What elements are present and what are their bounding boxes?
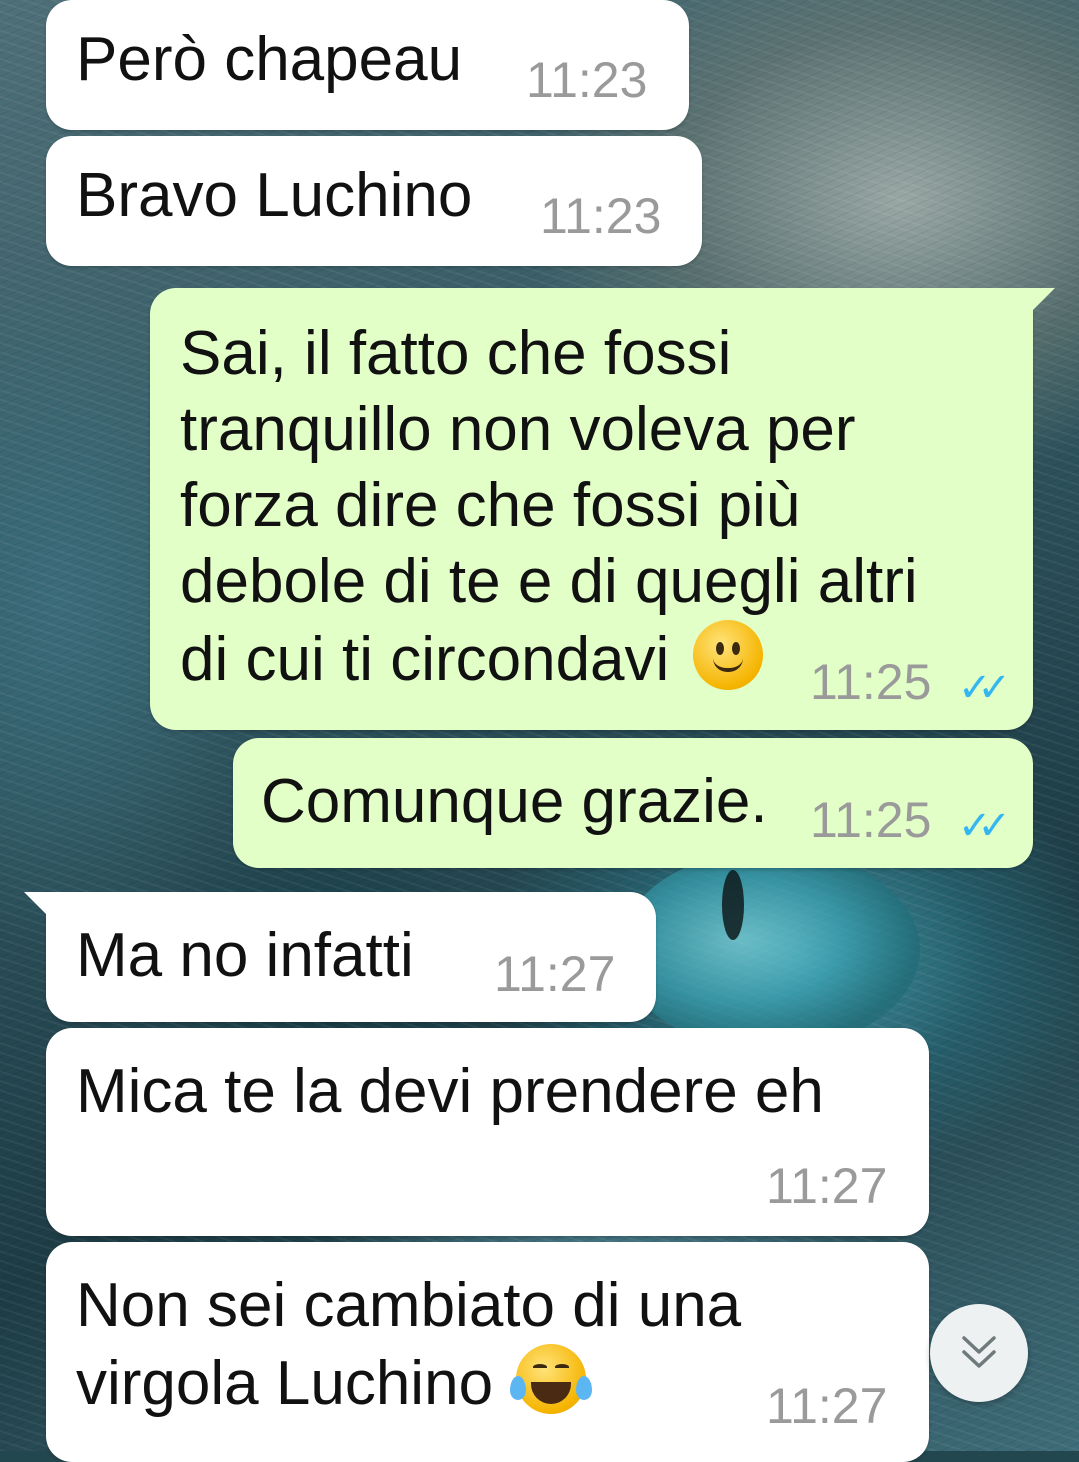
message-text: Comunque grazie. [261, 767, 768, 836]
message-text-line-with-emoji: virgola Luchino [76, 1344, 593, 1422]
scroll-to-bottom-button[interactable] [930, 1304, 1028, 1402]
message-time: 11:27 [766, 1378, 888, 1434]
message-time: 11:23 [526, 52, 648, 108]
message-incoming[interactable]: Non sei cambiato di una virgola Luchino … [46, 1242, 929, 1462]
message-incoming[interactable]: Ma no infatti 11:27 [24, 892, 656, 1022]
message-text: Però chapeau [76, 25, 463, 94]
message-text-line-with-emoji: di cui ti circondavi [180, 620, 763, 698]
message-time: 11:25 [810, 792, 932, 848]
message-text-line: di cui ti circondavi [180, 625, 670, 694]
message-text-line: forza dire che fossi più [180, 471, 801, 540]
message-text-line: Non sei cambiato di una [76, 1271, 742, 1340]
double-chevron-down-icon [962, 1336, 996, 1368]
message-text: Ma no infatti [76, 921, 414, 990]
bubble-tail [24, 892, 50, 918]
message-time: 11:27 [494, 946, 616, 1002]
message-outgoing[interactable]: Sai, il fatto che fossi tranquillo non v… [150, 288, 1055, 730]
message-time: 11:23 [540, 188, 662, 244]
double-check-icon: ✓✓ [958, 665, 1011, 711]
face-with-tears-of-joy-icon [510, 1344, 593, 1414]
slightly-smiling-face-icon [692, 620, 763, 690]
message-incoming[interactable]: Però chapeau 11:23 [46, 0, 689, 130]
message-text-line: virgola Luchino [76, 1349, 494, 1418]
message-text-line: debole di te e di quegli altri [180, 547, 918, 616]
double-check-icon: ✓✓ [958, 803, 1011, 849]
message-time: 11:25 [810, 654, 932, 710]
message-text-line: tranquillo non voleva per [180, 395, 856, 464]
message-text: Bravo Luchino [76, 161, 473, 230]
message-text: Mica te la devi prendere eh [76, 1057, 824, 1126]
message-incoming[interactable]: Mica te la devi prendere eh 11:27 [46, 1028, 929, 1236]
message-text-line: Sai, il fatto che fossi [180, 319, 732, 388]
wallpaper-pupil [722, 870, 744, 940]
message-outgoing[interactable]: Comunque grazie. 11:25 ✓✓ [233, 738, 1033, 868]
message-time: 11:27 [766, 1158, 888, 1214]
message-incoming[interactable]: Bravo Luchino 11:23 [46, 136, 702, 266]
wallpaper-eye [620, 850, 920, 1050]
bubble-tail [1029, 288, 1055, 314]
